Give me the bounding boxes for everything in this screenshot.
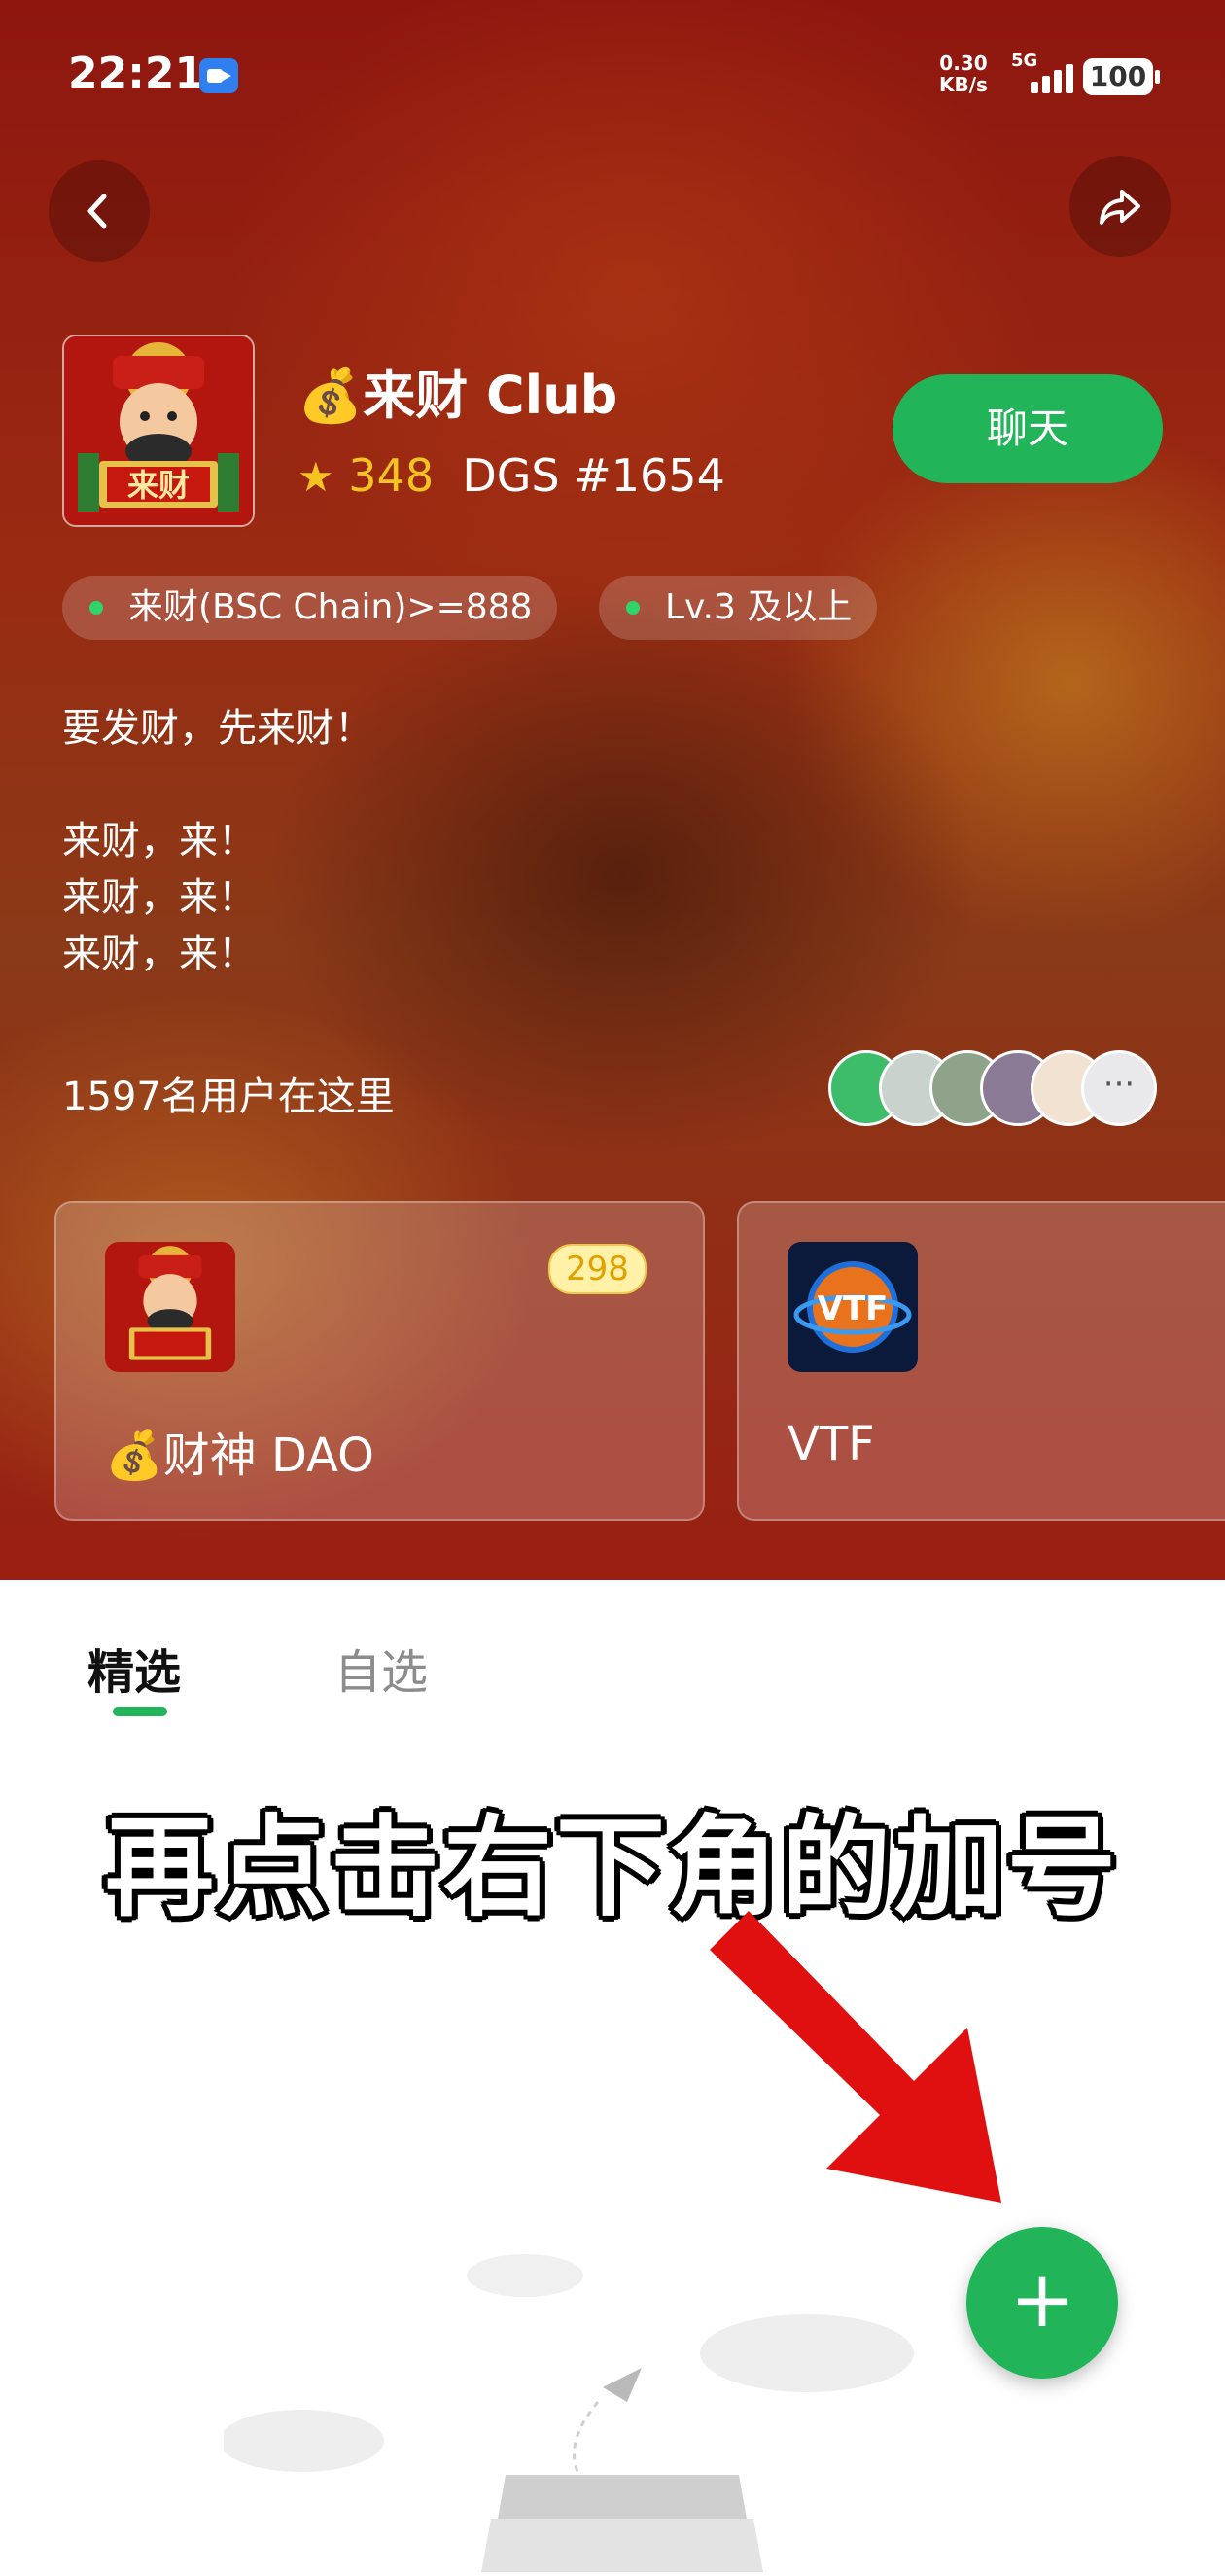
community-logo: [105, 1242, 235, 1372]
caishen-logo-image: [105, 1242, 235, 1372]
club-description: 要发财，先来财！ 来财，来！ 来财，来！ 来财，来！: [62, 706, 373, 976]
unread-badge: 298: [548, 1244, 647, 1294]
member-avatars[interactable]: ···: [828, 1050, 1169, 1132]
vtf-logo-text: VTF: [818, 1289, 889, 1328]
requirement-label: Lv.3 及以上: [665, 587, 853, 627]
green-dot-icon: [89, 601, 103, 615]
club-stats: ★ 348 DGS #1654: [298, 449, 725, 502]
tutorial-caption: 再点击右下角的加号: [105, 1805, 1120, 1931]
empty-box-icon: [219, 2254, 914, 2572]
network-speed: 0.30 KB/s: [939, 53, 988, 95]
chat-button[interactable]: 聊天: [892, 374, 1163, 483]
community-name: VTF: [788, 1417, 875, 1471]
tab-featured[interactable]: 精选: [88, 1634, 181, 1702]
money-bag-icon: 💰: [298, 365, 364, 426]
green-dot-icon: [626, 601, 640, 615]
caishen-avatar-image: 来财: [64, 336, 253, 525]
requirement-chip: 来财(BSC Chain)>=888: [62, 576, 558, 640]
back-button[interactable]: [49, 160, 150, 262]
net-speed-unit: KB/s: [939, 73, 988, 96]
active-tab-indicator: [113, 1707, 167, 1716]
share-button[interactable]: [1069, 156, 1171, 257]
requirement-label: 来财(BSC Chain)>=888: [128, 587, 533, 627]
community-logo: VTF: [788, 1242, 918, 1372]
club-token-id: DGS #1654: [462, 449, 725, 502]
tab-bar: 精选 自选: [0, 1580, 1225, 1726]
club-header-background: 22:21 0.30 KB/s 5G 100 来财 💰来财 Club ★ 348…: [0, 0, 1225, 1580]
club-rating: 348: [348, 449, 435, 502]
community-name: 💰财神 DAO: [105, 1429, 374, 1483]
member-count: 1597名用户在这里: [62, 1075, 395, 1119]
star-icon: ★: [298, 453, 334, 501]
signal-icon: 5G: [1011, 51, 1075, 95]
plus-icon: +: [1009, 2254, 1075, 2345]
club-avatar: 来财: [62, 335, 255, 527]
more-members-icon[interactable]: ···: [1081, 1050, 1157, 1126]
screen-record-icon: [199, 58, 238, 93]
svg-text:来财: 来财: [127, 467, 190, 504]
empty-state-illustration: [219, 2237, 1001, 2576]
club-title: 💰来财 Club: [298, 352, 617, 429]
status-bar: 22:21 0.30 KB/s 5G 100: [0, 0, 1225, 156]
battery-icon: 100: [1083, 58, 1160, 95]
add-button[interactable]: +: [966, 2227, 1118, 2379]
club-name: 来财 Club: [363, 365, 618, 426]
pointer-arrow-icon: [710, 1911, 1021, 2226]
network-type: 5G: [1011, 51, 1038, 71]
community-card[interactable]: VTF VTF: [737, 1201, 1225, 1521]
community-card[interactable]: 298 💰财神 DAO: [54, 1201, 705, 1521]
net-speed-value: 0.30: [939, 52, 988, 75]
requirement-chip: Lv.3 及以上: [599, 576, 878, 640]
tab-watchlist[interactable]: 自选: [334, 1634, 428, 1702]
share-arrow-icon: [1100, 190, 1140, 225]
status-time: 22:21: [68, 49, 205, 98]
chevron-left-icon: [88, 194, 107, 229]
vtf-logo-image: VTF: [788, 1242, 918, 1372]
